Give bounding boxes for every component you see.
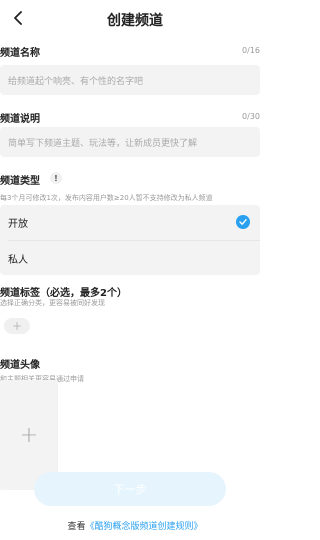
type-options: 开放 私人 [0,205,260,275]
type-option-open[interactable]: 开放 [0,205,260,239]
avatar-label: 频道头像 [0,360,40,371]
rules-line: 查看《酷狗概念版频道创建规则》 [0,519,270,532]
description-label: 频道说明 [0,114,40,125]
tags-hint: 选择正确分类，更容易被同好发现 [0,299,105,307]
name-input[interactable]: 给频道起个响亮、有个性的名字吧 [0,65,260,95]
type-label: 频道类型 [0,176,40,187]
page-title: 创建频道 [107,13,163,29]
type-option-label: 开放 [8,218,28,230]
next-button[interactable]: 下一步 [34,472,226,506]
tags-label: 频道标签（必选，最多2个） [0,288,127,299]
description-input[interactable]: 简单写下频道主题、玩法等，让新成员更快了解 [0,127,260,157]
rules-link[interactable]: 《酷狗概念版频道创建规则》 [86,522,203,532]
add-tag-button[interactable]: + [4,318,30,334]
check-icon [236,215,250,229]
info-icon[interactable]: ! [50,172,62,184]
description-counter: 0/30 [242,112,260,121]
name-counter: 0/16 [242,46,260,55]
type-hint: 每3个月可修改1次，发布内容用户数≥20人暂不支持修改为私人频道 [0,194,213,202]
type-option-label: 私人 [8,254,28,266]
rules-prefix: 查看 [67,522,86,532]
name-label: 频道名称 [0,48,40,59]
type-option-private[interactable]: 私人 [0,241,260,275]
